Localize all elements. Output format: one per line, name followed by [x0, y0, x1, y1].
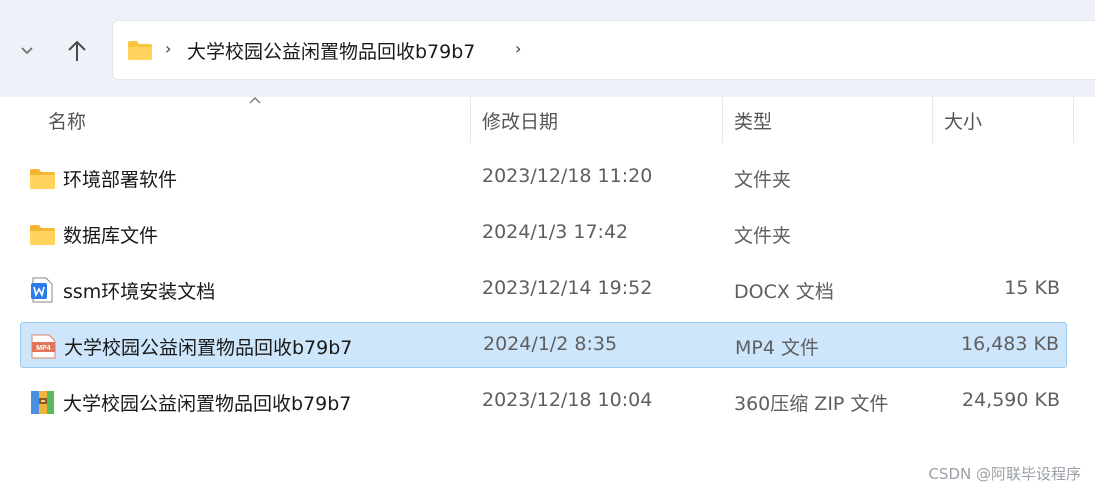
file-row[interactable]: 大学校园公益闲置物品回收b79b7 2023/12/18 10:04 360压缩… — [20, 379, 1067, 425]
file-type: MP4 文件 — [735, 337, 819, 359]
folder-icon — [128, 41, 152, 60]
file-row[interactable]: 环境部署软件 2023/12/18 11:20 文件夹 — [20, 155, 1067, 201]
column-divider[interactable] — [1073, 97, 1074, 143]
file-name: ssm环境安装文档 — [63, 281, 216, 303]
up-button[interactable] — [62, 34, 92, 68]
navigation-bar: › 大学校园公益闲置物品回收b79b7 › — [0, 0, 1095, 97]
file-modified: 2023/12/18 11:20 — [482, 165, 653, 187]
file-size: 15 KB — [1004, 277, 1060, 299]
column-type[interactable]: 类型 — [734, 107, 772, 134]
file-row[interactable]: 数据库文件 2024/1/3 17:42 文件夹 — [20, 211, 1067, 257]
file-name: 大学校园公益闲置物品回收b79b7 — [64, 337, 353, 359]
arrow-up-icon — [68, 40, 86, 61]
file-row[interactable]: ssm环境安装文档 2023/12/14 19:52 DOCX 文档 15 KB — [20, 267, 1067, 313]
file-modified: 2023/12/14 19:52 — [482, 277, 653, 299]
column-modified[interactable]: 修改日期 — [482, 107, 558, 134]
file-type: 360压缩 ZIP 文件 — [734, 393, 889, 415]
docx-icon — [31, 277, 53, 303]
file-name: 数据库文件 — [63, 225, 159, 247]
file-name: 大学校园公益闲置物品回收b79b7 — [63, 393, 352, 415]
column-divider[interactable] — [722, 97, 723, 143]
mp4-icon: MP4 — [31, 334, 56, 359]
file-name: 环境部署软件 — [63, 169, 178, 191]
folder-icon — [30, 225, 55, 245]
file-size: 16,483 KB — [960, 333, 1059, 355]
chevron-down-icon — [21, 47, 33, 55]
breadcrumb-separator[interactable]: › — [165, 39, 171, 58]
breadcrumb-separator[interactable]: › — [515, 39, 521, 58]
watermark: CSDN @阿联毕设程序 — [928, 465, 1081, 483]
column-size[interactable]: 大小 — [944, 107, 982, 134]
file-row-selected[interactable]: MP4 大学校园公益闲置物品回收b79b7 2024/1/2 8:35 MP4 … — [20, 322, 1067, 368]
breadcrumb-folder[interactable]: 大学校园公益闲置物品回收b79b7 — [187, 37, 475, 64]
file-size: 24,590 KB — [961, 389, 1060, 411]
column-divider[interactable] — [932, 97, 933, 143]
file-type: 文件夹 — [734, 169, 792, 191]
column-header: 名称 修改日期 类型 大小 — [0, 97, 1095, 143]
file-modified: 2024/1/3 17:42 — [482, 221, 629, 243]
zip-icon — [31, 391, 54, 414]
column-name[interactable]: 名称 — [48, 107, 86, 134]
file-type: 文件夹 — [734, 225, 792, 247]
file-modified: 2024/1/2 8:35 — [483, 333, 618, 355]
sort-ascending-icon — [249, 97, 261, 104]
mp4-badge-text: MP4 — [36, 345, 51, 352]
folder-icon — [30, 169, 55, 189]
file-type: DOCX 文档 — [734, 281, 834, 303]
address-bar[interactable]: › 大学校园公益闲置物品回收b79b7 › — [112, 20, 1095, 80]
recent-locations-button[interactable] — [14, 36, 40, 66]
column-divider[interactable] — [470, 97, 471, 143]
file-modified: 2023/12/18 10:04 — [482, 389, 653, 411]
